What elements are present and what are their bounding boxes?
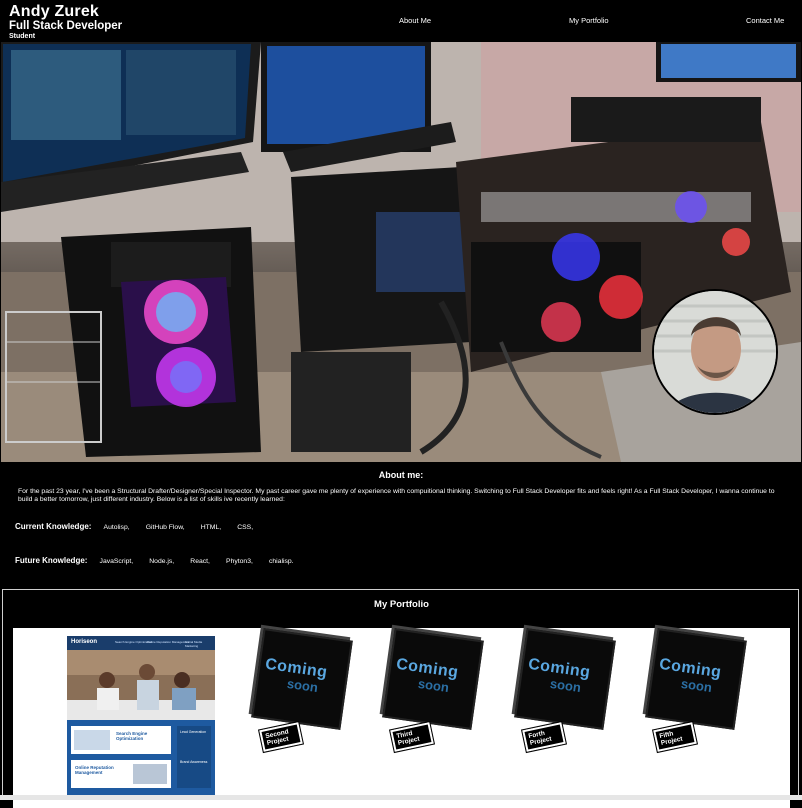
project-label: Second Project	[258, 720, 304, 754]
thumb-hero-photo	[67, 650, 215, 720]
thumb-card-1: Search Engine Optimization	[71, 726, 171, 754]
portfolio-grid: Horiseon Search Engine Optimization Onli…	[13, 628, 790, 808]
portfolio-section: My Portfolio Horiseon Search Engine Opti…	[2, 589, 799, 808]
nav-my-portfolio[interactable]: My Portfolio	[569, 16, 609, 25]
nav-about-me[interactable]: About Me	[399, 16, 431, 25]
site-role: Full Stack Developer	[9, 20, 123, 32]
about-text: For the past 23 year, I've been a Struct…	[18, 488, 775, 503]
skill-item: GitHub Flow,	[145, 524, 185, 531]
skill-item: chialisp.	[268, 558, 294, 565]
thumb-side-item: Brand Awareness	[180, 760, 208, 764]
site-name: Andy Zurek	[9, 3, 100, 20]
current-knowledge: Current Knowledge: Autolisp, GitHub Flow…	[15, 522, 267, 531]
portfolio-title: My Portfolio	[374, 599, 429, 610]
skill-item: CSS,	[237, 524, 254, 531]
project-card-third[interactable]: Coming soon Third Project	[382, 628, 484, 754]
skill-item: React,	[190, 558, 210, 565]
project-card-second[interactable]: Coming soon Second Project	[251, 628, 353, 754]
thumb-card-title: Online Reputation Management	[75, 765, 114, 775]
project-label: Third Project	[389, 720, 435, 754]
horizontal-scrollbar[interactable]	[0, 795, 802, 800]
thumb-sidebar: Lead Generation Brand Awareness	[177, 726, 211, 788]
hero-image	[1, 42, 801, 462]
current-knowledge-label: Current Knowledge:	[15, 522, 92, 531]
profile-avatar	[652, 289, 778, 415]
nav-contact-me[interactable]: Contact Me	[746, 16, 784, 25]
skill-item: Phyton3,	[226, 558, 253, 565]
skill-item: Node.js,	[149, 558, 175, 565]
thumb-card-2: Online Reputation Management	[71, 760, 171, 788]
brand: Andy Zurek Full Stack Developer Student	[9, 3, 122, 41]
featured-project-thumbnail[interactable]: Horiseon Search Engine Optimization Onli…	[67, 636, 215, 796]
thumb-card-title: Search Engine Optimization	[116, 731, 148, 741]
profile-photo	[654, 291, 776, 413]
project-label: Fifth Project	[652, 720, 698, 754]
project-label: Forth Project	[521, 720, 567, 754]
skill-item: Autolisp,	[103, 524, 130, 531]
about-title: About me:	[378, 470, 424, 480]
thumb-menu-item: Online Reputation Management	[147, 640, 190, 644]
thumb-brand: Horiseon	[71, 639, 98, 645]
thumb-menu-item: Social Media Marketing	[185, 640, 203, 648]
site-subtitle: Student	[9, 33, 36, 40]
skill-item: JavaScript,	[99, 558, 134, 565]
future-knowledge: Future Knowledge: JavaScript, Node.js, R…	[15, 556, 308, 565]
thumb-header: Horiseon Search Engine Optimization Onli…	[67, 636, 215, 650]
site-header: Andy Zurek Full Stack Developer Student …	[0, 0, 802, 42]
skill-item: HTML,	[200, 524, 222, 531]
project-card-fifth[interactable]: Coming soon Fifth Project	[645, 628, 747, 754]
future-knowledge-label: Future Knowledge:	[15, 556, 88, 565]
thumb-side-item: Lead Generation	[180, 730, 207, 734]
project-card-forth[interactable]: Coming soon Forth Project	[514, 628, 616, 754]
